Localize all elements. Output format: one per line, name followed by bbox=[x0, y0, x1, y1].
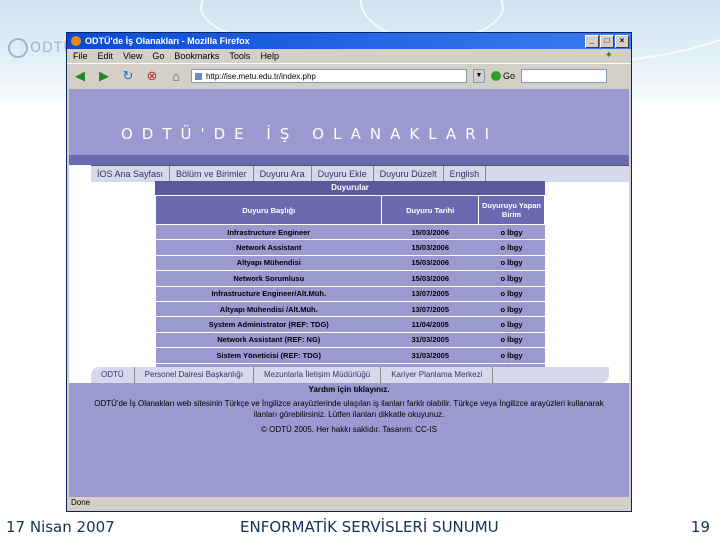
job-unit: o İbgy bbox=[478, 239, 545, 256]
back-icon[interactable]: ◀ bbox=[71, 67, 89, 85]
header-divider bbox=[69, 155, 629, 165]
throbber-icon: ✦ bbox=[604, 50, 613, 61]
job-unit: o İbgy bbox=[478, 286, 545, 302]
table-row: Network Assistant (REF: NG) 31/03/2005 o İ… bbox=[155, 332, 545, 349]
window-titlebar: ODTÜ'de İş Olanakları - Mozilla Firefox … bbox=[67, 33, 631, 49]
job-unit: o İbgy bbox=[478, 316, 545, 333]
table-row: Network Assistant 15/03/2006 o İbgy bbox=[155, 239, 545, 256]
go-button[interactable]: Go bbox=[491, 71, 515, 81]
job-title-link[interactable]: Infrastructure Engineer bbox=[155, 224, 382, 241]
table-row: Network Sorumlusu 15/03/2006 o İbgy bbox=[155, 270, 545, 287]
nav-add[interactable]: Duyuru Ekle bbox=[312, 166, 374, 182]
col-date[interactable]: Duyuru Tarihi bbox=[381, 195, 479, 225]
job-date: 15/03/2006 bbox=[381, 255, 479, 272]
close-button[interactable]: × bbox=[615, 35, 629, 48]
job-title-link[interactable]: Network Assistant (REF: NG) bbox=[155, 332, 382, 349]
site-footer: Yardım için tıklayınız. ODTÜ'de İş Olana… bbox=[69, 383, 629, 497]
table-row: Sistem Yöneticisi (REF: TDG) 31/03/2005 o … bbox=[155, 347, 545, 364]
col-title[interactable]: Duyuru Başlığı bbox=[154, 195, 383, 225]
nav-home[interactable]: İOS Ana Sayfası bbox=[91, 166, 171, 182]
job-date: 31/03/2005 bbox=[381, 332, 479, 349]
nav-english[interactable]: English bbox=[444, 166, 487, 182]
navigation-toolbar: ◀ ▶ ↻ ⊗ ⌂ http://ise.metu.edu.tr/index.p… bbox=[67, 63, 631, 88]
link-odtu[interactable]: ODTÜ bbox=[91, 367, 135, 383]
help-link[interactable]: Yardım için tıklayınız. bbox=[69, 383, 629, 394]
link-career[interactable]: Kariyer Planlama Merkezi bbox=[381, 367, 494, 383]
maximize-button[interactable]: □ bbox=[600, 35, 614, 48]
url-dropdown-icon[interactable]: ▼ bbox=[473, 69, 485, 83]
minimize-button[interactable]: _ bbox=[585, 35, 599, 48]
nav-departments[interactable]: Bölüm ve Birimler bbox=[170, 166, 254, 182]
menu-edit[interactable]: Edit bbox=[98, 51, 114, 61]
menu-go[interactable]: Go bbox=[152, 51, 164, 61]
site-topnav: İOS Ana Sayfası Bölüm ve Birimler Duyuru… bbox=[91, 165, 629, 182]
job-date: 31/03/2005 bbox=[381, 347, 479, 364]
odtu-logo: ODTÜ bbox=[8, 38, 75, 58]
table-row: System Administrator (REF: TDG) 11/04/200… bbox=[155, 316, 545, 333]
link-alumni[interactable]: Mezunlarla İletişim Müdürlüğü bbox=[254, 367, 382, 383]
slide-footer-title: ENFORMATİK SERVİSLERİ SUNUMU bbox=[240, 518, 499, 536]
nav-edit[interactable]: Duyuru Düzelt bbox=[374, 166, 444, 182]
job-unit: o İbgy bbox=[478, 301, 545, 318]
home-icon[interactable]: ⌂ bbox=[167, 67, 185, 85]
menubar: File Edit View Go Bookmarks Tools Help ✦ bbox=[67, 49, 631, 63]
site-bottomnav: ODTÜ Personel Dairesi Başkanlığı Mezunla… bbox=[91, 367, 609, 383]
job-unit: o İbgy bbox=[478, 332, 545, 349]
job-title-link[interactable]: Network Sorumlusu bbox=[155, 270, 382, 287]
table-caption: Duyurular bbox=[155, 181, 545, 195]
job-date: 15/03/2006 bbox=[381, 239, 479, 256]
reload-icon[interactable]: ↻ bbox=[119, 67, 137, 85]
job-title-link[interactable]: Network Assistant bbox=[155, 239, 382, 256]
col-unit[interactable]: Duyuruyu Yapan Birim bbox=[478, 195, 545, 225]
job-unit: o İbgy bbox=[478, 224, 545, 241]
slide-page-number: 19 bbox=[690, 518, 710, 536]
go-icon bbox=[491, 71, 501, 81]
site-title: ODTÜ'DE İŞ OLANAKLARI bbox=[121, 125, 499, 143]
stop-icon[interactable]: ⊗ bbox=[143, 67, 161, 85]
announcements-table: Duyurular Duyuru Başlığı Duyuru Tarihi D… bbox=[154, 181, 545, 379]
link-personnel[interactable]: Personel Dairesi Başkanlığı bbox=[135, 367, 254, 383]
menu-bookmarks[interactable]: Bookmarks bbox=[174, 51, 219, 61]
forward-icon[interactable]: ▶ bbox=[95, 67, 113, 85]
table-row: Infrastructure Engineer 15/03/2006 o İbgy bbox=[155, 224, 545, 241]
site-header: ODTÜ'DE İŞ OLANAKLARI bbox=[69, 89, 629, 155]
job-unit: o İbgy bbox=[478, 270, 545, 287]
nav-search[interactable]: Duyuru Ara bbox=[254, 166, 312, 182]
footer-note: ODTÜ'de İş Olanakları web sitesinin Türk… bbox=[94, 399, 604, 419]
window-title: ODTÜ'de İş Olanakları - Mozilla Firefox bbox=[85, 36, 250, 46]
job-date: 15/03/2006 bbox=[381, 224, 479, 241]
job-date: 11/04/2005 bbox=[381, 316, 479, 333]
job-title-link[interactable]: Altyapı Mühendisi bbox=[155, 255, 382, 272]
slide-footer: 17 Nisan 2007 ENFORMATİK SERVİSLERİ SUNU… bbox=[0, 506, 720, 540]
job-title-link[interactable]: System Administrator (REF: TDG) bbox=[155, 316, 382, 333]
job-title-link[interactable]: Sistem Yöneticisi (REF: TDG) bbox=[155, 347, 382, 364]
job-title-link[interactable]: Altyapı Mühendisi /Alt.Müh. bbox=[155, 301, 382, 318]
job-date: 15/03/2006 bbox=[381, 270, 479, 287]
job-date: 13/07/2005 bbox=[381, 286, 479, 302]
menu-help[interactable]: Help bbox=[260, 51, 279, 61]
page-content: ODTÜ'DE İŞ OLANAKLARI İOS Ana Sayfası Bö… bbox=[69, 89, 629, 497]
job-unit: o İbgy bbox=[478, 347, 545, 364]
job-title-link[interactable]: Infrastructure Engineer/Alt.Müh. bbox=[155, 286, 382, 302]
job-unit: o İbgy bbox=[478, 255, 545, 272]
menu-file[interactable]: File bbox=[73, 51, 88, 61]
slide-date: 17 Nisan 2007 bbox=[6, 518, 115, 536]
menu-tools[interactable]: Tools bbox=[229, 51, 250, 61]
job-date: 13/07/2005 bbox=[381, 301, 479, 318]
menu-view[interactable]: View bbox=[123, 51, 142, 61]
table-row: Infrastructure Engineer/Alt.Müh. 13/07/20… bbox=[155, 286, 545, 302]
url-input[interactable]: http://ise.metu.edu.tr/index.php bbox=[191, 69, 467, 83]
firefox-icon bbox=[71, 36, 81, 46]
table-row: Altyapı Mühendisi 15/03/2006 o İbgy bbox=[155, 255, 545, 272]
search-input[interactable] bbox=[521, 69, 608, 83]
copyright: © ODTÜ 2005. Her hakkı saklıdır. Tasarım… bbox=[260, 425, 438, 434]
table-row: Altyapı Mühendisi /Alt.Müh. 13/07/2005 o İ… bbox=[155, 301, 545, 318]
firefox-window: ODTÜ'de İş Olanakları - Mozilla Firefox … bbox=[66, 32, 632, 512]
